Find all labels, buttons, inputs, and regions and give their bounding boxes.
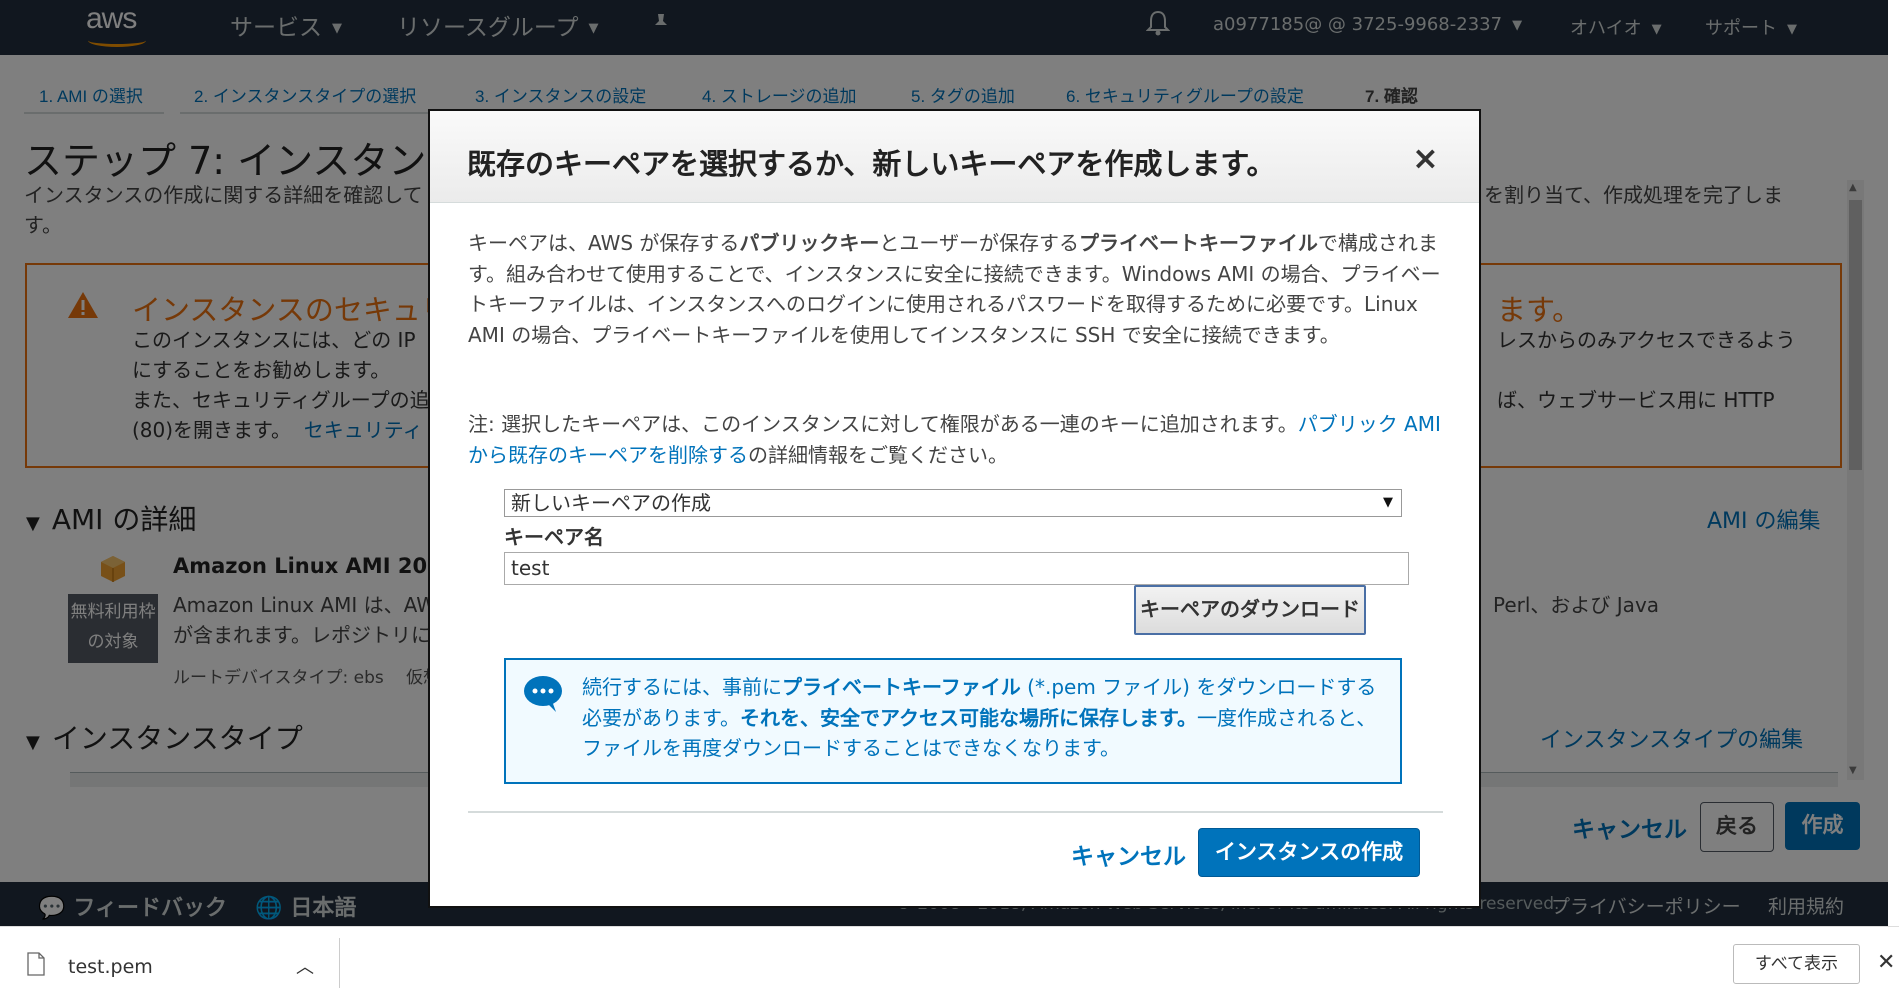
public-key-text: パブリックキー <box>739 231 880 255</box>
dialog-title: 既存のキーペアを選択するか、新しいキーペアを作成します。 <box>467 147 1276 181</box>
info-text-bold: それを、安全でアクセス可能な場所に保存します。 <box>740 705 1197 730</box>
dropdown-arrow-icon: ▼ <box>1383 495 1393 510</box>
dialog-cancel-button[interactable]: キャンセル <box>1071 837 1186 871</box>
key-pair-name-label: キーペア名 <box>504 525 604 549</box>
private-key-text: プライベートキーファイル <box>1079 231 1318 255</box>
close-icon[interactable]: × <box>1412 139 1439 177</box>
speech-bubble-info-icon <box>522 674 564 718</box>
info-text-bold: プライベートキーファイル <box>782 675 1021 699</box>
key-pair-note: 注: 選択したキーペアは、このインスタンスに対して権限がある一連のキーに追加され… <box>468 409 1448 470</box>
info-text-part: 続行するには、事前に <box>582 675 782 699</box>
dialog-divider <box>468 811 1443 813</box>
launch-instances-button[interactable]: インスタンスの作成 <box>1198 828 1420 877</box>
window-scrollbar[interactable] <box>1888 0 1899 926</box>
file-icon <box>26 952 46 980</box>
downloaded-file-name[interactable]: test.pem <box>68 956 153 978</box>
download-bar <box>0 926 1899 1000</box>
key-pair-option-select[interactable]: 新しいキーペアの作成 ▼ <box>504 489 1402 517</box>
dialog-header: 既存のキーペアを選択するか、新しいキーペアを作成します。 × <box>430 111 1479 203</box>
key-pair-dialog: 既存のキーペアを選択するか、新しいキーペアを作成します。 × キーペアは、AWS… <box>428 109 1481 908</box>
info-text: 続行するには、事前にプライベートキーファイル (*.pem ファイル) をダウン… <box>582 672 1384 764</box>
download-bar-separator <box>339 938 340 988</box>
chevron-up-icon[interactable]: ︿ <box>296 953 314 979</box>
key-pair-name-input[interactable]: test <box>504 552 1409 585</box>
close-icon[interactable]: ✕ <box>1877 950 1895 975</box>
show-all-downloads-button[interactable]: すべて表示 <box>1733 944 1860 984</box>
explanation-text: キーペアは、AWS が保存する <box>468 231 740 255</box>
select-value: 新しいキーペアの作成 <box>511 491 711 515</box>
explanation-text: とユーザーが保存する <box>879 231 1080 255</box>
download-key-pair-button[interactable]: キーペアのダウンロード <box>1134 585 1366 635</box>
note-text: 注: 選択したキーペアは、このインスタンスに対して権限がある一連のキーに追加され… <box>468 412 1298 436</box>
note-text: の詳細情報をご覧ください。 <box>748 442 1008 467</box>
key-pair-explanation: キーペアは、AWS が保存するパブリックキーとユーザーが保存するプライベートキー… <box>468 228 1448 350</box>
info-callout: 続行するには、事前にプライベートキーファイル (*.pem ファイル) をダウン… <box>504 658 1402 784</box>
